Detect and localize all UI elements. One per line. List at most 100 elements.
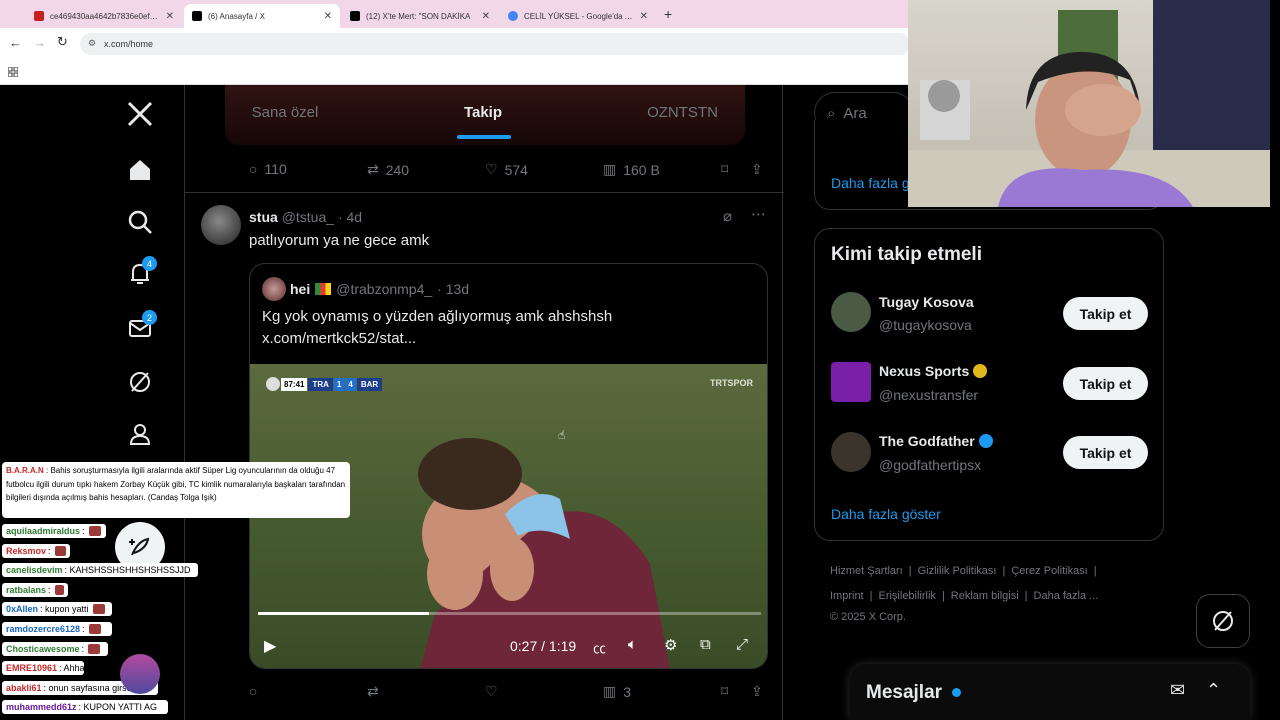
apps-grid-icon[interactable] xyxy=(7,64,19,78)
tab-for-you[interactable]: Sana özel xyxy=(185,85,385,139)
search-icon[interactable] xyxy=(118,200,162,244)
browser-tab[interactable]: (12) X'te Mert: "SON DAKİKA ✕ xyxy=(342,4,498,28)
avatar[interactable] xyxy=(201,205,241,245)
back-arrow-icon[interactable]: ← xyxy=(9,35,22,50)
close-tab-icon[interactable]: ✕ xyxy=(640,11,648,22)
chat-username: Chosticawesome xyxy=(6,643,80,654)
captions-icon[interactable]: ㏄ xyxy=(593,638,606,657)
chat-message: muhammedd61z: KUPON YATTI AG xyxy=(2,700,168,715)
views-count: 3 xyxy=(623,683,632,700)
home-icon[interactable] xyxy=(118,148,162,192)
close-tab-icon[interactable]: ✕ xyxy=(166,11,174,22)
chat-username: muhammedd61z xyxy=(6,702,77,713)
like-button[interactable]: ♡ 574 xyxy=(485,161,528,178)
footer-link[interactable]: Hizmet Şartları xyxy=(830,565,903,577)
grok-explain-icon[interactable]: ⌀ xyxy=(723,207,732,225)
footer-link[interactable]: Çerez Politikası xyxy=(1011,565,1087,577)
footer-more-link[interactable]: Daha fazla ... xyxy=(1034,590,1099,602)
feather-plus-icon xyxy=(129,537,150,556)
forward-arrow-icon[interactable]: → xyxy=(33,35,46,50)
avatar[interactable] xyxy=(831,292,871,332)
pip-icon[interactable]: ⧉ xyxy=(700,636,711,653)
footer-link[interactable]: Imprint xyxy=(830,590,864,602)
blue-verified-badge-icon xyxy=(978,434,993,448)
follow-button[interactable]: Takip et xyxy=(1063,367,1148,400)
reload-icon[interactable]: ↻ xyxy=(57,34,68,50)
messages-title: Mesajlar xyxy=(866,682,943,703)
reply-button[interactable]: ○ xyxy=(249,683,257,699)
quoted-avatar xyxy=(262,277,286,301)
quoted-post-time: · 13d xyxy=(437,281,470,297)
gold-verified-badge-icon xyxy=(973,364,988,378)
reply-icon: ○ xyxy=(249,683,258,699)
copyright: © 2025 X Corp. xyxy=(830,611,906,623)
quoted-link-text[interactable]: x.com/mertkck52/stat... xyxy=(262,330,416,347)
grok-icon xyxy=(1213,611,1233,631)
views-button[interactable]: ▥ 160 B xyxy=(603,161,660,178)
site-info-icon[interactable]: ⚙ xyxy=(88,38,96,49)
trends-show-more-link[interactable]: Daha fazla g xyxy=(831,175,910,191)
fullscreen-icon[interactable]: ⤢ xyxy=(736,636,748,653)
profile-person-icon[interactable] xyxy=(118,412,162,456)
more-options-icon[interactable]: ⋯ xyxy=(751,205,766,223)
video-progress-bar[interactable] xyxy=(258,612,761,615)
share-icon[interactable]: ⇪ xyxy=(751,161,763,178)
x-logo-icon[interactable] xyxy=(118,92,162,136)
browser-tab[interactable]: ce469430aa4642b7836e0efdd02 ✕ xyxy=(26,4,182,28)
footer-link[interactable]: Erişilebilirlik xyxy=(878,590,935,602)
bookmark-icon[interactable]: ⌑ xyxy=(721,161,728,178)
suggestion-name[interactable]: Nexus Sports xyxy=(879,363,988,379)
follow-button[interactable]: Takip et xyxy=(1063,297,1148,330)
footer-link[interactable]: Reklam bilgisi xyxy=(951,590,1019,602)
messages-badge: 2 xyxy=(142,310,157,325)
new-message-icon[interactable]: ✉ xyxy=(1170,680,1185,701)
url-text: x.com/home xyxy=(104,39,154,49)
reply-button[interactable]: ○ 110 xyxy=(249,161,287,177)
new-tab-plus-icon[interactable]: + xyxy=(664,6,672,22)
expand-chevron-icon[interactable]: ⌃ xyxy=(1206,680,1221,701)
close-tab-icon[interactable]: ✕ xyxy=(324,11,332,22)
avatar[interactable] xyxy=(831,362,871,402)
post-header: stua @tstua_ · 4d xyxy=(249,209,362,225)
bookmark-icon[interactable]: ⌑ xyxy=(721,683,728,700)
browser-tab[interactable]: CELİL YÜKSEL - Google'da Ara ✕ xyxy=(500,4,656,28)
chat-username: ramdozercre6128 xyxy=(6,624,81,634)
messages-envelope-icon[interactable]: 2 xyxy=(118,306,162,350)
chat-username: Reksmov xyxy=(6,545,47,556)
bookmarks-bar xyxy=(0,60,910,85)
footer-separator: | xyxy=(941,590,945,602)
suggestion-handle: @nexustransfer xyxy=(879,387,979,403)
post-time[interactable]: · 4d xyxy=(338,209,362,225)
show-more-link[interactable]: Daha fazla göster xyxy=(831,506,941,522)
volume-icon[interactable]: 🔈︎ xyxy=(628,636,637,653)
heart-icon: ♡ xyxy=(485,683,498,699)
suggestion-name[interactable]: Tugay Kosova xyxy=(879,294,974,310)
avatar[interactable] xyxy=(831,432,871,472)
grok-icon[interactable] xyxy=(118,360,162,404)
tab-following[interactable]: Takip xyxy=(385,85,581,139)
screen: ce469430aa4642b7836e0efdd02 ✕ (6) Anasay… xyxy=(0,0,1280,720)
close-tab-icon[interactable]: ✕ xyxy=(482,11,490,22)
messages-drawer[interactable]: Mesajlar ✉ ⌃ xyxy=(850,664,1250,720)
repost-button[interactable]: ⇄ 240 xyxy=(367,161,409,178)
suggestion-handle: @tugaykosova xyxy=(879,317,972,333)
chat-emote-icon xyxy=(88,643,101,654)
post-author-name[interactable]: stua xyxy=(249,209,278,225)
footer-link[interactable]: Gizlilik Politikası xyxy=(918,565,997,577)
play-icon[interactable]: ▶ xyxy=(264,636,276,656)
settings-gear-icon[interactable]: ⚙ xyxy=(664,636,677,654)
suggestion-name[interactable]: The Godfather xyxy=(879,433,993,449)
follow-button[interactable]: Takip et xyxy=(1063,436,1148,469)
repost-button[interactable]: ⇄ xyxy=(367,683,379,700)
notifications-bell-icon[interactable]: 4 xyxy=(118,252,162,296)
like-button[interactable]: ♡ xyxy=(485,683,498,700)
address-bar[interactable]: ⚙ x.com/home xyxy=(80,33,910,55)
grok-floating-button[interactable] xyxy=(1196,594,1250,648)
share-icon[interactable]: ⇪ xyxy=(751,683,763,700)
chat-message: aquilaadmiraldus: xyxy=(2,524,106,538)
post-author-handle[interactable]: @tstua_ xyxy=(282,209,334,225)
chat-username: 0xAllen xyxy=(6,604,39,615)
browser-tab-active[interactable]: (6) Anasayfa / X ✕ xyxy=(184,4,340,28)
tab-custom-list[interactable]: OZNTSTN xyxy=(581,85,784,139)
views-button[interactable]: ▥ 3 xyxy=(603,683,631,700)
